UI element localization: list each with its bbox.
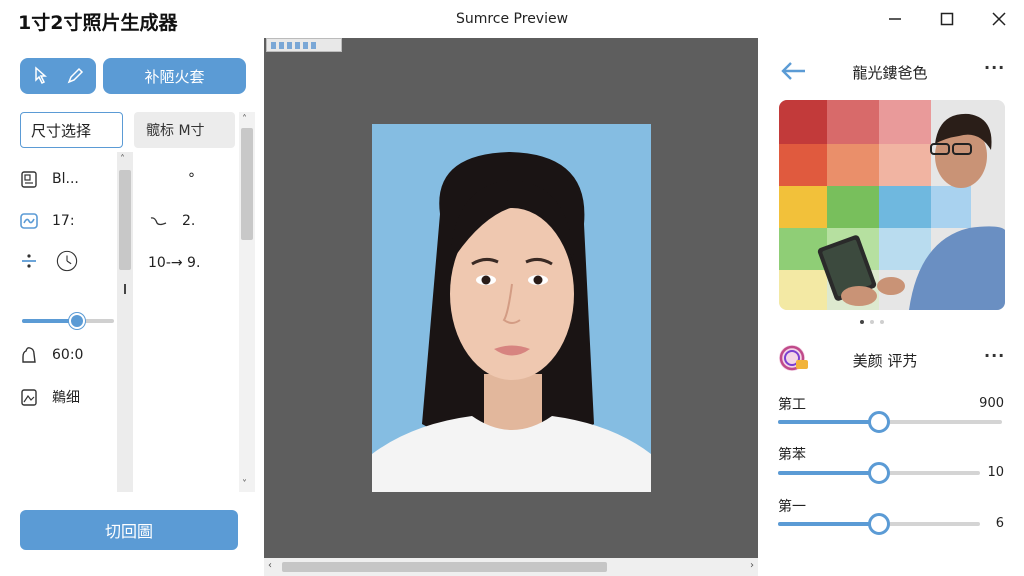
list-item-label: 10-→ 9.: [148, 255, 201, 271]
tab-primary[interactable]: 补陋火套: [103, 58, 246, 94]
slider-value: 10: [987, 465, 1004, 480]
pencil-icon: [67, 67, 84, 84]
crop-cursor-icon: [35, 66, 47, 85]
more-options-icon[interactable]: ···: [984, 58, 1005, 77]
beauty-section-title: 美颜 评艿: [852, 352, 918, 370]
preview-canvas[interactable]: ‹ ›: [264, 38, 758, 576]
list-item[interactable]: 10-→ 9.: [148, 250, 200, 276]
edit-tools-button[interactable]: [20, 58, 96, 94]
portrait-image: [372, 124, 651, 492]
list-item-label: 60:0: [52, 347, 84, 363]
minimize-button[interactable]: [880, 5, 910, 33]
left-panel: 补陋火套 尺寸选择 髋标 M寸 Bl... 17: 60:0 鵜细 ˄ ° 2.…: [0, 38, 262, 576]
list-item-label: 鵜细: [52, 390, 80, 406]
carousel-dots[interactable]: [860, 320, 884, 324]
scroll-left-icon[interactable]: ‹: [268, 560, 272, 571]
scroll-right-icon[interactable]: ›: [750, 560, 754, 571]
person-outline-icon: [22, 347, 36, 363]
divide-icon: [22, 254, 36, 268]
scroll-thumb[interactable]: [241, 128, 253, 240]
slider-label: 第一: [778, 499, 806, 515]
slider-label: 第工: [778, 397, 806, 413]
list-item[interactable]: °: [188, 166, 195, 192]
slider-label: 第苯: [778, 447, 806, 463]
right-scrollbar[interactable]: ˄ ˅: [239, 112, 255, 492]
toolbar-icon[interactable]: [311, 41, 316, 49]
scroll-marker: [124, 284, 126, 294]
scroll-thumb[interactable]: [119, 170, 131, 270]
carousel-dot[interactable]: [880, 320, 884, 324]
id-photo[interactable]: [372, 124, 651, 492]
right-panel: 龍光鏤爸色 ··· 美颜 评艿 ··· 第工 900 第苯 10 第一 6: [760, 38, 1024, 576]
id-card-icon: [21, 171, 37, 188]
list-item[interactable]: Bl...: [18, 166, 79, 192]
switch-back-button[interactable]: 切回圖: [20, 510, 238, 550]
color-grid-image: [779, 100, 1005, 310]
curve-icon: [150, 217, 167, 226]
scroll-up-icon[interactable]: ˄: [242, 114, 247, 125]
toolbar-icon[interactable]: [295, 41, 300, 49]
slider-fill: [778, 522, 879, 526]
list-item-label: 2.: [182, 213, 196, 229]
maximize-button[interactable]: [932, 5, 962, 33]
wave-icon: [20, 213, 38, 229]
list-item-label: 17:: [52, 213, 75, 229]
close-button[interactable]: [984, 5, 1014, 33]
scroll-up-icon[interactable]: ˄: [120, 154, 125, 165]
slider-knob[interactable]: [868, 462, 890, 484]
toolbar-icon[interactable]: [279, 41, 284, 49]
list-item[interactable]: 60:0: [18, 342, 83, 368]
photo-frame-icon: [21, 389, 37, 406]
list-item-label: Bl...: [52, 171, 79, 187]
carousel-dot[interactable]: [860, 320, 864, 324]
panel-title: 龍光鏤爸色: [852, 64, 928, 82]
slider-value: 6: [995, 516, 1004, 531]
list-item[interactable]: 2.: [148, 208, 195, 234]
canvas-toolbar[interactable]: [266, 38, 342, 52]
mini-slider[interactable]: [22, 313, 114, 329]
clock-icon: [56, 250, 78, 272]
close-icon: [992, 12, 1006, 26]
list-item-label: °: [188, 171, 195, 187]
scroll-thumb[interactable]: [282, 562, 607, 572]
mini-slider-knob[interactable]: [69, 313, 85, 329]
slider-knob[interactable]: [868, 411, 890, 433]
preview-title: Sumrce Preview: [455, 11, 569, 27]
carousel-dot[interactable]: [870, 320, 874, 324]
toolbar-icon[interactable]: [271, 41, 276, 49]
minimize-icon: [889, 18, 901, 20]
list-item[interactable]: 17:: [18, 208, 75, 234]
title-bar: 1寸2寸照片生成器 Sumrce Preview: [0, 0, 1024, 38]
app-window: 1寸2寸照片生成器 Sumrce Preview 补陋火套 尺寸选择 髋标 M寸…: [0, 0, 1024, 576]
slider-value: 900: [979, 396, 1004, 411]
slider-fill: [778, 471, 879, 475]
beauty-icon: [779, 345, 808, 371]
tab-size-select[interactable]: 尺寸选择: [20, 112, 123, 148]
slider-knob[interactable]: [868, 513, 890, 535]
more-options-icon[interactable]: ···: [984, 346, 1005, 365]
color-grid-banner[interactable]: [779, 100, 1005, 310]
scroll-down-icon[interactable]: ˅: [242, 479, 247, 490]
toolbar-icon[interactable]: [287, 41, 292, 49]
beauty-slider[interactable]: [778, 513, 980, 535]
list-item[interactable]: 鵜细: [18, 384, 80, 410]
beauty-slider[interactable]: [778, 462, 980, 484]
tab-secondary[interactable]: 髋标 M寸: [134, 112, 235, 148]
canvas-hscroll[interactable]: ‹ ›: [264, 558, 758, 576]
slider-fill: [778, 420, 879, 424]
toolbar-icon[interactable]: [303, 41, 308, 49]
beauty-slider[interactable]: [778, 411, 1002, 433]
back-arrow-icon[interactable]: [780, 60, 808, 82]
maximize-icon: [940, 12, 954, 26]
left-scrollbar[interactable]: ˄: [117, 152, 133, 492]
list-item[interactable]: [18, 248, 78, 274]
